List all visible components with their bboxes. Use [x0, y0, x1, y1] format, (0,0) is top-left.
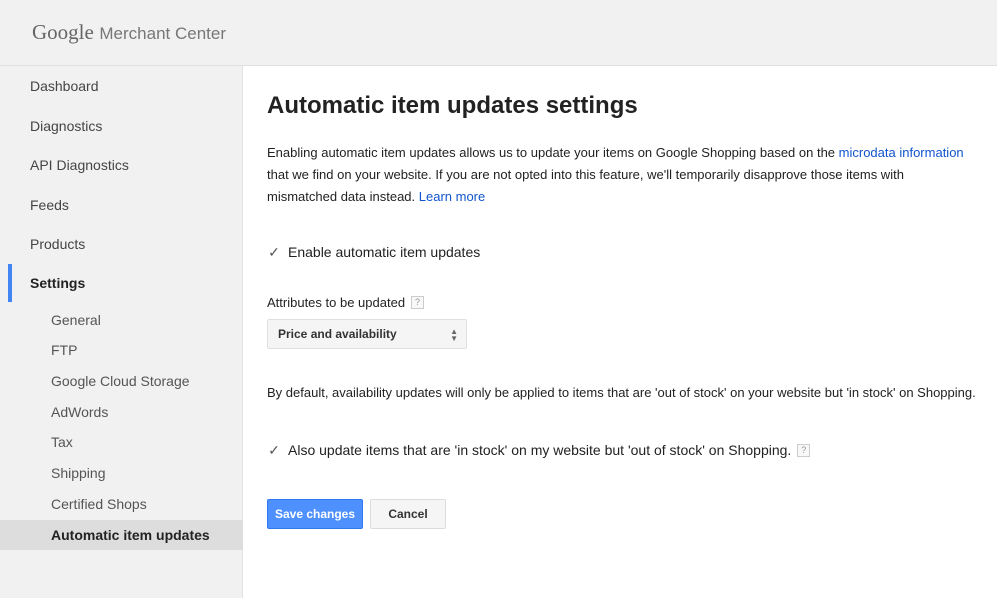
- sidebar-subitem-google-cloud-storage[interactable]: Google Cloud Storage: [0, 366, 243, 396]
- default-availability-note: By default, availability updates will on…: [267, 385, 976, 400]
- attributes-label-row: Attributes to be updated ?: [267, 295, 425, 310]
- top-bar: Google Merchant Center: [0, 0, 997, 66]
- sidebar-subitem-adwords[interactable]: AdWords: [0, 397, 243, 427]
- page-title: Automatic item updates settings: [267, 92, 638, 119]
- sidebar-item-feeds[interactable]: Feeds: [0, 187, 243, 223]
- save-changes-button[interactable]: Save changes: [267, 499, 363, 529]
- main-content: Automatic item updates settings Enabling…: [243, 66, 997, 598]
- also-update-in-stock-label: Also update items that are 'in stock' on…: [288, 442, 792, 458]
- enable-automatic-updates-checkbox[interactable]: ✓ Enable automatic item updates: [267, 244, 480, 260]
- checkmark-icon: ✓: [268, 244, 280, 260]
- help-icon[interactable]: ?: [411, 296, 425, 309]
- sidebar-subitem-tax[interactable]: Tax: [0, 427, 243, 457]
- sidebar-item-products[interactable]: Products: [0, 226, 243, 262]
- sidebar-item-api-diagnostics[interactable]: API Diagnostics: [0, 147, 243, 183]
- merchant-center-logo[interactable]: Google Merchant Center: [32, 20, 226, 45]
- select-arrows-icon: ▲ ▼: [450, 327, 458, 343]
- sidebar-item-dashboard[interactable]: Dashboard: [0, 68, 243, 104]
- description: Enabling automatic item updates allows u…: [267, 142, 967, 208]
- cancel-button[interactable]: Cancel: [370, 499, 446, 529]
- sidebar-subitem-general[interactable]: General: [0, 305, 243, 335]
- microdata-information-link[interactable]: microdata information: [839, 145, 964, 160]
- sidebar-subitem-ftp[interactable]: FTP: [0, 335, 243, 365]
- learn-more-link[interactable]: Learn more: [419, 189, 485, 204]
- brand-product: Merchant Center: [99, 24, 227, 43]
- sidebar: Dashboard Diagnostics API Diagnostics Fe…: [0, 66, 243, 598]
- sidebar-item-diagnostics[interactable]: Diagnostics: [0, 108, 243, 144]
- help-icon[interactable]: ?: [797, 443, 811, 457]
- sidebar-item-settings[interactable]: Settings: [0, 265, 243, 301]
- sidebar-subitem-automatic-item-updates[interactable]: Automatic item updates: [0, 520, 243, 550]
- attributes-label: Attributes to be updated: [267, 295, 406, 310]
- sidebar-subitem-shipping[interactable]: Shipping: [0, 458, 243, 488]
- attributes-select[interactable]: Price and availability ▲ ▼: [267, 319, 467, 349]
- sidebar-subitem-certified-shops[interactable]: Certified Shops: [0, 489, 243, 519]
- attributes-select-value: Price and availability: [278, 327, 397, 341]
- also-update-in-stock-checkbox[interactable]: ✓ Also update items that are 'in stock' …: [267, 442, 811, 458]
- description-text-2: that we find on your website. If you are…: [267, 167, 904, 204]
- checkmark-icon: ✓: [268, 442, 280, 458]
- brand-google: Google: [32, 20, 94, 44]
- description-text-1: Enabling automatic item updates allows u…: [267, 145, 839, 160]
- enable-automatic-updates-label: Enable automatic item updates: [288, 244, 481, 260]
